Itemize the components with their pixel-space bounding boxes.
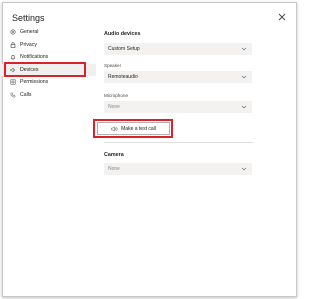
- speaker-value: Remoteaudio: [108, 74, 138, 80]
- sidebar-item-label: General: [20, 29, 39, 35]
- microphone-select[interactable]: None: [104, 101, 252, 113]
- audio-device-value: Custom Setup: [108, 46, 140, 52]
- audio-device-select[interactable]: Custom Setup: [104, 43, 252, 55]
- chevron-down-icon: [241, 104, 247, 110]
- make-test-call-button[interactable]: Make a test call: [97, 122, 170, 135]
- speaker-label: Speaker: [104, 63, 122, 68]
- make-test-call-label: Make a test call: [121, 125, 156, 132]
- devices-panel: Audio devices Custom Setup Speaker Remot…: [104, 28, 254, 113]
- section-divider: [104, 142, 253, 143]
- test-call-icon: [111, 125, 118, 132]
- sidebar-item-calls[interactable]: Calls: [0, 89, 96, 101]
- sidebar-item-notifications[interactable]: Notifications: [0, 51, 96, 63]
- camera-section: Camera None: [104, 152, 254, 175]
- microphone-value: None: [108, 104, 120, 110]
- chevron-down-icon: [241, 166, 247, 172]
- chevron-down-icon: [241, 46, 247, 52]
- microphone-label: Microphone: [104, 93, 129, 98]
- gear-icon: [10, 29, 16, 35]
- permissions-grid-icon: [10, 79, 16, 85]
- sidebar-item-label: Calls: [20, 91, 32, 98]
- sidebar-item-privacy[interactable]: Privacy: [0, 39, 96, 51]
- close-icon[interactable]: [278, 13, 286, 21]
- bell-icon: [10, 54, 16, 60]
- sidebar-item-label: Permissions: [20, 79, 49, 85]
- chevron-down-icon: [241, 74, 247, 80]
- sidebar-item-devices[interactable]: Devices: [0, 63, 96, 76]
- camera-heading: Camera: [104, 152, 124, 158]
- audio-devices-heading: Audio devices: [104, 31, 141, 37]
- lock-icon: [10, 41, 16, 48]
- phone-icon: [10, 92, 16, 98]
- sidebar-item-label: Privacy: [20, 41, 38, 48]
- speaker-select[interactable]: Remoteaudio: [104, 71, 252, 83]
- sidebar-item-permissions[interactable]: Permissions: [0, 76, 96, 88]
- sidebar-item-general[interactable]: General: [0, 26, 96, 38]
- settings-sidebar: General Privacy Notifications Devices Pe…: [0, 26, 96, 101]
- camera-select[interactable]: None: [104, 163, 252, 175]
- dialog-title: Settings: [12, 13, 45, 23]
- sidebar-item-label: Devices: [20, 66, 39, 73]
- camera-value: None: [108, 166, 120, 172]
- sidebar-item-label: Notifications: [20, 54, 49, 60]
- speaker-icon: [10, 66, 16, 73]
